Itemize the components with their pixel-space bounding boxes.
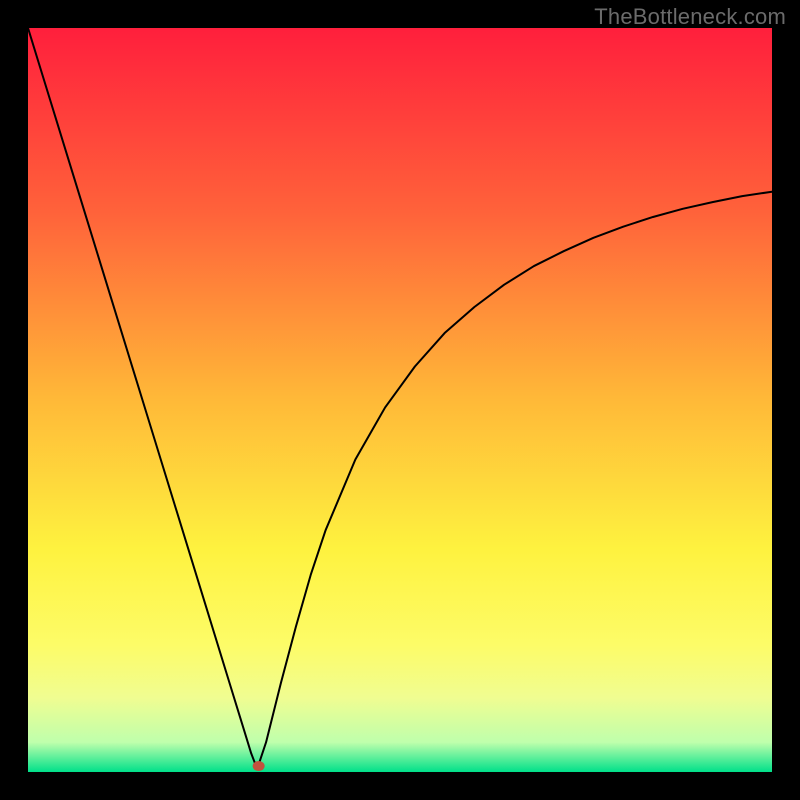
watermark-text: TheBottleneck.com: [594, 4, 786, 30]
bottleneck-curve: [28, 28, 772, 765]
optimal-point-marker: [253, 761, 265, 771]
chart-container: TheBottleneck.com: [0, 0, 800, 800]
chart-plot-area: [28, 28, 772, 772]
chart-curve-layer: [28, 28, 772, 772]
